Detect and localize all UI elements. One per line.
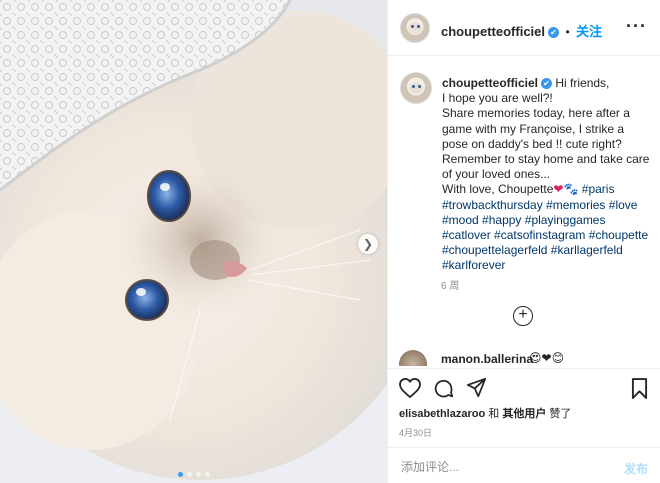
- heart-icon[interactable]: [399, 378, 421, 398]
- carousel-indicator: [0, 472, 387, 477]
- caption-line: I hope you are well?!: [442, 91, 553, 106]
- hashtag-link[interactable]: #trowbackthursday: [442, 198, 543, 212]
- hashtag-link[interactable]: #memories: [546, 198, 605, 212]
- heart-emoji-icon: ❤: [553, 182, 564, 197]
- carousel-dot: [177, 472, 183, 477]
- paw-emoji-icon: 🐾: [563, 182, 579, 197]
- separator-dot: •: [565, 25, 570, 39]
- caption-text: choupetteofficiel ✔ Hi friends, I hope yo…: [442, 76, 652, 274]
- hashtag-link[interactable]: #choupettelagerfeld: [442, 243, 547, 257]
- carousel-dot: [186, 472, 192, 477]
- comment-preview: manon.ballerina 😍❤😊: [399, 350, 660, 366]
- verified-badge-icon: ✔: [548, 27, 560, 38]
- post-comment-button[interactable]: 发布: [624, 460, 648, 477]
- comment-text: 😍❤😊: [529, 351, 565, 365]
- comment-username[interactable]: manon.ballerina: [441, 352, 533, 366]
- hashtag-link[interactable]: #paris: [582, 182, 615, 196]
- post-time-ago: 6 周: [441, 281, 460, 292]
- caption-signoff: With love, Choupette: [442, 182, 554, 197]
- carousel-dot: [204, 472, 210, 477]
- caption-line: Remember to stay home and take care of y…: [442, 152, 650, 182]
- likes-and: 和: [488, 408, 500, 420]
- carousel-dot: [195, 472, 201, 477]
- bookmark-icon[interactable]: [631, 378, 648, 399]
- post-image[interactable]: ❯: [0, 0, 387, 483]
- post-header: choupetteofficiel ✔ • 关注 ···: [388, 0, 660, 56]
- hashtag-link[interactable]: #karllagerfeld: [551, 243, 623, 257]
- hashtag-link[interactable]: #playinggames: [525, 213, 606, 227]
- avatar[interactable]: [399, 350, 427, 366]
- follow-button[interactable]: 关注: [576, 24, 602, 39]
- hashtag-link[interactable]: #catlover: [442, 228, 491, 242]
- hashtag-link[interactable]: #love: [609, 198, 638, 212]
- more-options-icon[interactable]: ···: [626, 17, 647, 35]
- caption-greeting: Hi friends,: [555, 76, 610, 90]
- comment-input[interactable]: [399, 456, 603, 478]
- likes-summary: elisabethlazaroo 和 其他用户 赞了: [399, 405, 571, 421]
- plus-circle-icon[interactable]: +: [513, 306, 533, 326]
- liker-username[interactable]: elisabethlazaroo: [399, 408, 485, 420]
- divider: [387, 368, 660, 369]
- caption-avatar[interactable]: [400, 72, 432, 104]
- chevron-right-icon: ❯: [362, 237, 374, 251]
- likes-suffix: 赞了: [549, 408, 572, 420]
- author-username[interactable]: choupetteofficiel: [441, 24, 545, 39]
- post-date: 4月30日: [399, 428, 433, 438]
- carousel-next-button[interactable]: ❯: [358, 234, 378, 254]
- hashtag-link[interactable]: #catsofinstagram: [494, 228, 585, 242]
- caption-username[interactable]: choupetteofficiel: [442, 76, 538, 90]
- share-icon[interactable]: [466, 378, 487, 398]
- hashtag-link[interactable]: #mood: [442, 213, 479, 227]
- hashtag-link[interactable]: #karlforever: [442, 258, 505, 272]
- cat-photo: [0, 0, 387, 483]
- comment-composer: 发布: [387, 447, 660, 483]
- caption-line: Share memories today, here after a game …: [442, 106, 630, 151]
- hashtag-link[interactable]: #happy: [482, 213, 521, 227]
- verified-badge-icon: ✔: [541, 78, 553, 89]
- other-likers-link[interactable]: 其他用户: [502, 408, 546, 420]
- hashtag-link[interactable]: #choupette: [589, 228, 648, 242]
- avatar[interactable]: [400, 13, 430, 43]
- comment-icon[interactable]: [433, 378, 454, 399]
